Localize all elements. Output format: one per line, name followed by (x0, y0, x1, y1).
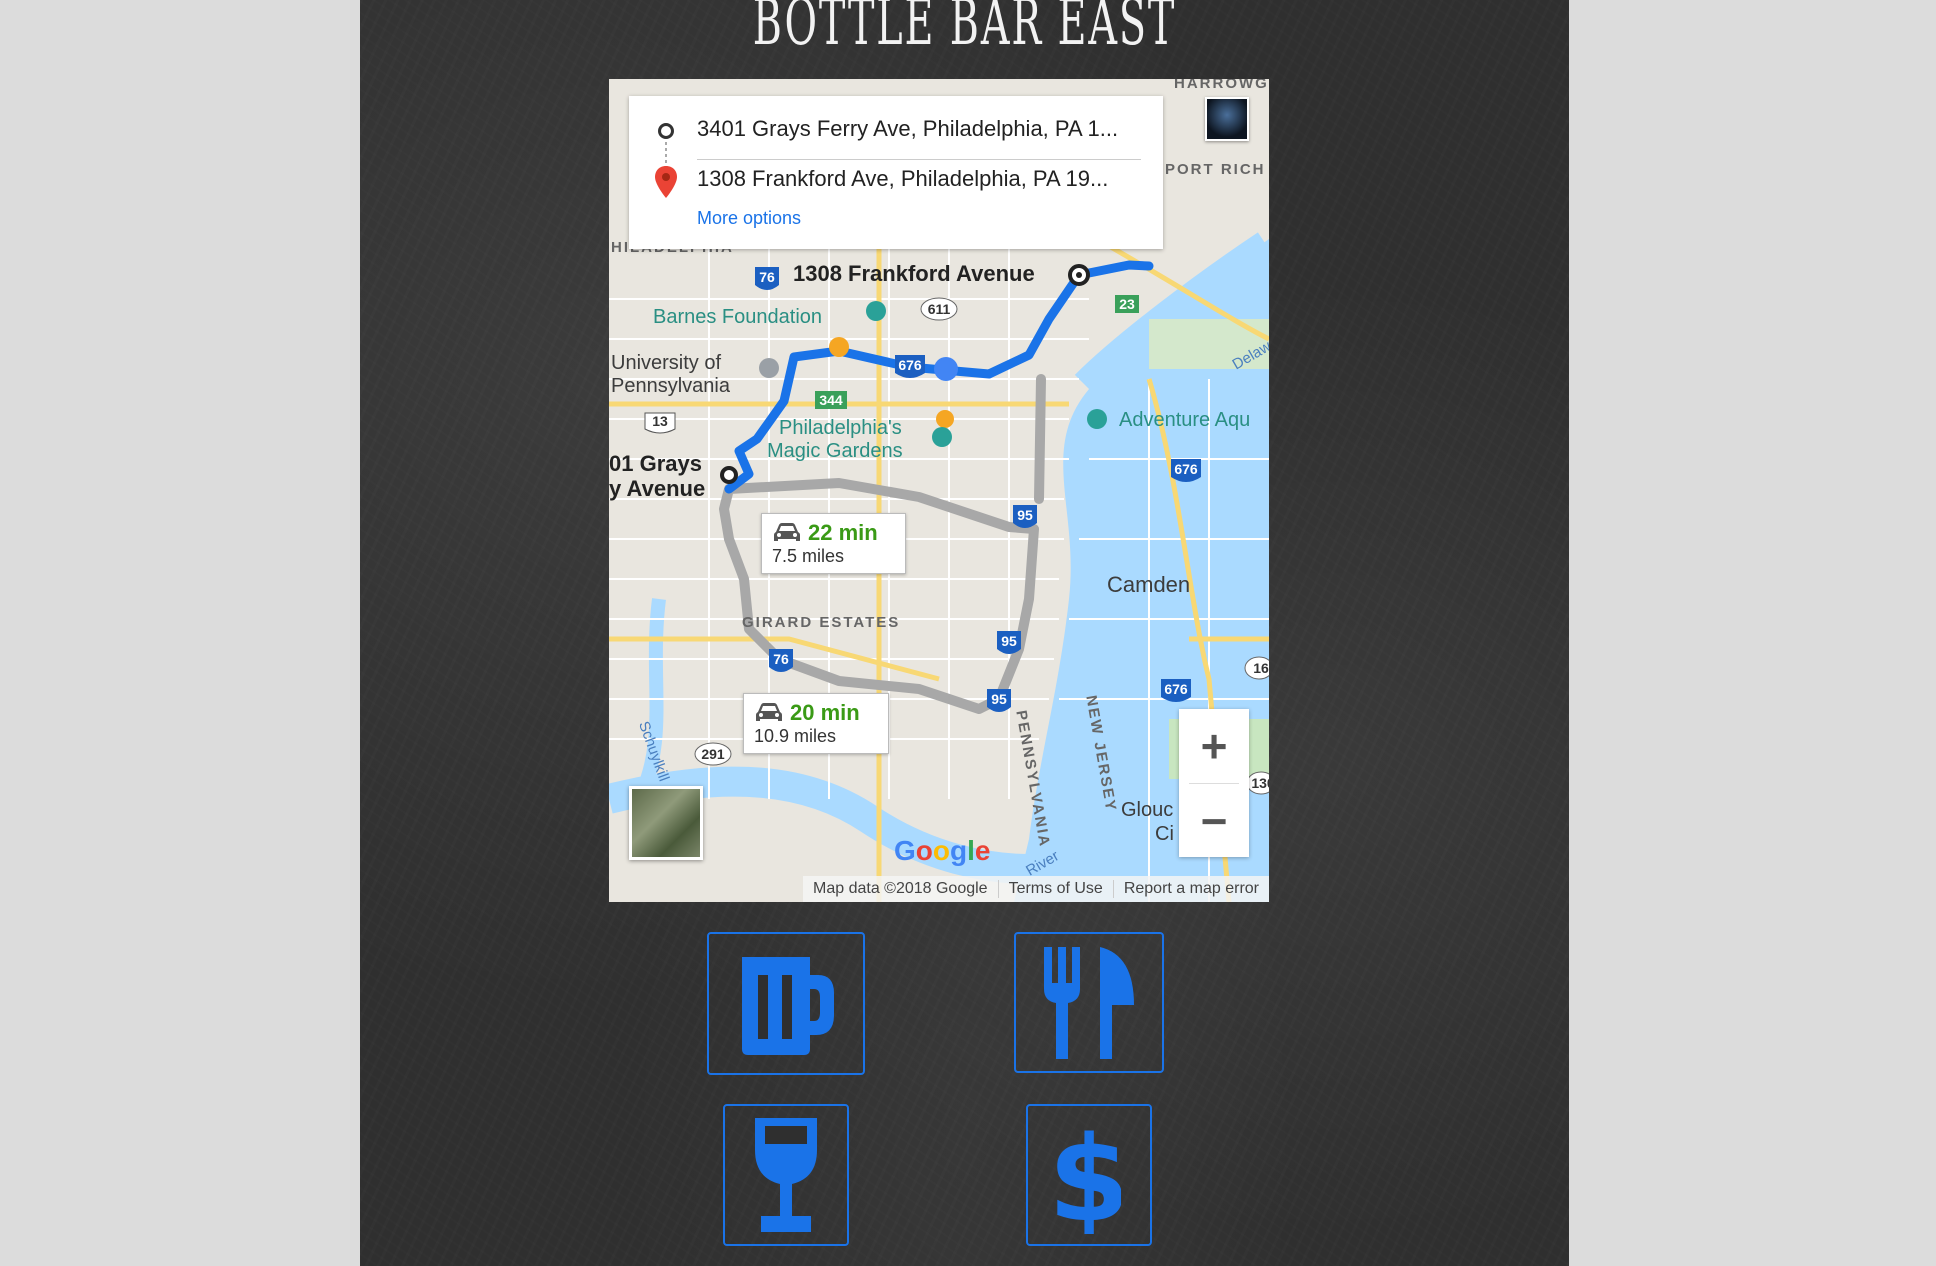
page-title: BOTTLE BAR EAST (752, 0, 1177, 60)
shield-23: 23 (1119, 296, 1135, 312)
shield-344: 344 (819, 392, 843, 408)
street-view-thumbnail[interactable] (1205, 97, 1249, 141)
shield-i76-bottom: 76 (773, 651, 789, 667)
shield-i76-top: 76 (759, 269, 775, 285)
upenn-label-line1: University of (611, 352, 722, 374)
directions-divider (697, 159, 1141, 160)
route-2-distance: 10.9 miles (754, 726, 837, 746)
magic-gardens-label-line1[interactable]: Philadelphia's (779, 417, 902, 440)
more-options-link[interactable]: More options (697, 208, 801, 229)
origin-circle-icon (658, 123, 674, 139)
shield-i676-far: 676 (1164, 681, 1188, 697)
route-option-2[interactable]: 20 min 10.9 miles (743, 693, 889, 754)
fork-knife-icon (1044, 946, 1134, 1059)
terms-of-use-link[interactable]: Terms of Use (997, 880, 1113, 898)
shield-i676-mid: 676 (898, 357, 922, 373)
zoom-out-button[interactable]: − (1179, 784, 1249, 858)
shield-i95-a: 95 (1017, 507, 1033, 523)
wine-glass-icon (755, 1118, 817, 1232)
zoom-controls: + − (1179, 709, 1249, 857)
route-2-time: 20 min (790, 700, 860, 725)
google-map[interactable]: 76 611 676 344 13 95 95 95 76 291 676 67… (609, 79, 1269, 902)
dollar-icon: $ (1057, 1116, 1121, 1234)
route-1-distance: 7.5 miles (772, 546, 845, 566)
girard-estates-label: GIRARD ESTATES (742, 614, 901, 631)
destination-address[interactable]: 1308 Frankford Ave, Philadelphia, PA 19.… (697, 166, 1108, 192)
origin-label-line1: 01 Grays (609, 451, 702, 476)
gloucester-label-line1: Glouc (1121, 799, 1174, 821)
zoom-in-button[interactable]: + (1179, 709, 1249, 783)
shield-16: 16 (1253, 660, 1269, 676)
google-logo: Google (894, 835, 991, 866)
camden-label: Camden (1107, 572, 1191, 597)
upenn-label-line2: Pennsylvania (611, 375, 730, 397)
shield-i676-right: 676 (1174, 461, 1198, 477)
map-footer: Map data ©2018 Google Terms of Use Repor… (803, 876, 1269, 902)
map-data-attribution: Map data ©2018 Google (813, 880, 988, 897)
shield-291: 291 (701, 746, 725, 762)
destination-label: 1308 Frankford Avenue (793, 261, 1035, 286)
shield-us611: 611 (928, 301, 951, 317)
route-dots-icon (665, 142, 667, 164)
beer-button[interactable] (707, 932, 865, 1075)
origin-address[interactable]: 3401 Grays Ferry Ave, Philadelphia, PA 1… (697, 116, 1118, 142)
origin-label-line2: y Avenue (609, 476, 706, 501)
car-icon (774, 523, 800, 541)
destination-pin-icon (655, 166, 677, 198)
harrowgate-label: HARROWG (1174, 79, 1269, 92)
shield-130: 130 (1251, 775, 1269, 791)
car-icon (756, 703, 782, 721)
svg-text:$: $ (1057, 1116, 1121, 1234)
shield-us13: 13 (652, 413, 668, 429)
route-option-1[interactable]: 22 min 7.5 miles (761, 513, 906, 574)
beer-mug-icon (742, 956, 834, 1055)
satellite-toggle[interactable] (629, 786, 703, 860)
wine-button[interactable] (723, 1104, 849, 1246)
gloucester-label-line2: Ci (1155, 823, 1174, 845)
route-1-time: 22 min (808, 520, 878, 545)
adventure-aquarium-label[interactable]: Adventure Aqu (1119, 409, 1250, 432)
magic-gardens-label-line2[interactable]: Magic Gardens (767, 440, 903, 463)
barnes-foundation-label[interactable]: Barnes Foundation (653, 306, 822, 329)
shield-i95-b: 95 (1001, 633, 1017, 649)
chalkboard-background: BOTTLE BAR EAST 76 611 676 344 13 95 95 … (360, 0, 1569, 1266)
price-button[interactable]: $ (1026, 1104, 1152, 1246)
food-button[interactable] (1014, 932, 1164, 1073)
directions-card: 3401 Grays Ferry Ave, Philadelphia, PA 1… (629, 96, 1163, 249)
shield-i95-c: 95 (991, 691, 1007, 707)
port-richmond-label: PORT RICH (1165, 161, 1266, 178)
report-map-error-link[interactable]: Report a map error (1112, 880, 1269, 898)
